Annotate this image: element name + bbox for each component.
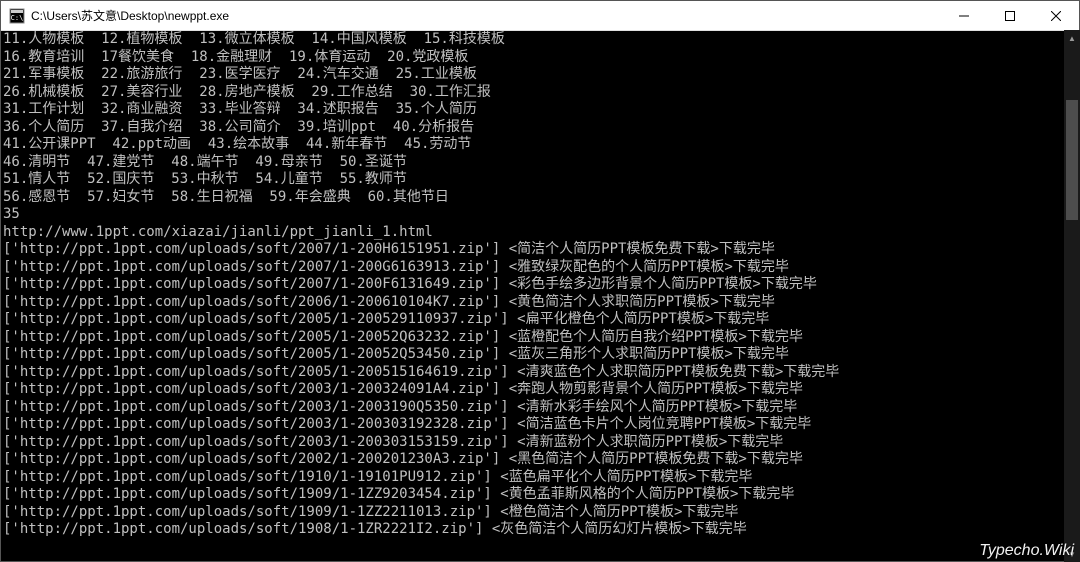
scrollbar-thumb[interactable] [1066,100,1078,220]
window-controls [941,1,1079,30]
console-line: ['http://ppt.1ppt.com/uploads/soft/2007/… [3,276,1077,294]
app-window: C:\ C:\Users\苏文意\Desktop\newppt.exe 11.人… [0,0,1080,562]
console-line: ['http://ppt.1ppt.com/uploads/soft/2003/… [3,416,1077,434]
console-line: 26.机械模板 27.美容行业 28.房地产模板 29.工作总结 30.工作汇报 [3,84,1077,102]
scrollbar[interactable]: ▲ ▼ [1064,30,1080,562]
maximize-button[interactable] [987,1,1033,30]
close-icon [1051,11,1061,21]
app-icon: C:\ [9,8,25,24]
console-line: ['http://ppt.1ppt.com/uploads/soft/2003/… [3,381,1077,399]
watermark: Typecho.Wiki [979,542,1074,560]
titlebar[interactable]: C:\ C:\Users\苏文意\Desktop\newppt.exe [1,1,1079,31]
console-line: ['http://ppt.1ppt.com/uploads/soft/2005/… [3,311,1077,329]
window-title: C:\Users\苏文意\Desktop\newppt.exe [31,7,941,24]
console-line: 51.情人节 52.国庆节 53.中秋节 54.儿童节 55.教师节 [3,171,1077,189]
console-line: ['http://ppt.1ppt.com/uploads/soft/2002/… [3,451,1077,469]
console-line: ['http://ppt.1ppt.com/uploads/soft/2007/… [3,259,1077,277]
minimize-icon [959,11,969,21]
console-line: ['http://ppt.1ppt.com/uploads/soft/2003/… [3,434,1077,452]
console-output[interactable]: 11.人物模板 12.植物模板 13.微立体模板 14.中国风模板 15.科技模… [1,31,1079,561]
console-line: ['http://ppt.1ppt.com/uploads/soft/2005/… [3,329,1077,347]
console-line: ['http://ppt.1ppt.com/uploads/soft/1910/… [3,469,1077,487]
svg-text:C:\: C:\ [11,14,24,22]
console-line: ['http://ppt.1ppt.com/uploads/soft/1909/… [3,504,1077,522]
console-line: ['http://ppt.1ppt.com/uploads/soft/2003/… [3,399,1077,417]
console-line: 11.人物模板 12.植物模板 13.微立体模板 14.中国风模板 15.科技模… [3,31,1077,49]
console-line: 16.教育培训 17餐饮美食 18.金融理财 19.体育运动 20.党政模板 [3,49,1077,67]
minimize-button[interactable] [941,1,987,30]
console-line: http://www.1ppt.com/xiazai/jianli/ppt_ji… [3,224,1077,242]
console-line: ['http://ppt.1ppt.com/uploads/soft/2006/… [3,294,1077,312]
console-line: 36.个人简历 37.自我介绍 38.公司简介 39.培训ppt 40.分析报告 [3,119,1077,137]
console-line: 35 [3,206,1077,224]
console-line: ['http://ppt.1ppt.com/uploads/soft/2005/… [3,346,1077,364]
maximize-icon [1005,11,1015,21]
console-line: ['http://ppt.1ppt.com/uploads/soft/2005/… [3,364,1077,382]
console-line: 31.工作计划 32.商业融资 33.毕业答辩 34.述职报告 35.个人简历 [3,101,1077,119]
console-line: ['http://ppt.1ppt.com/uploads/soft/2007/… [3,241,1077,259]
console-line: 46.清明节 47.建党节 48.端午节 49.母亲节 50.圣诞节 [3,154,1077,172]
console-line: 56.感恩节 57.妇女节 58.生日祝福 59.年会盛典 60.其他节日 [3,189,1077,207]
console-line: ['http://ppt.1ppt.com/uploads/soft/1908/… [3,521,1077,539]
console-line: ['http://ppt.1ppt.com/uploads/soft/1909/… [3,486,1077,504]
scroll-up-arrow[interactable]: ▲ [1064,30,1080,46]
close-button[interactable] [1033,1,1079,30]
console-line: 41.公开课PPT 42.ppt动画 43.绘本故事 44.新年春节 45.劳动… [3,136,1077,154]
console-line: 21.军事模板 22.旅游旅行 23.医学医疗 24.汽车交通 25.工业模板 [3,66,1077,84]
